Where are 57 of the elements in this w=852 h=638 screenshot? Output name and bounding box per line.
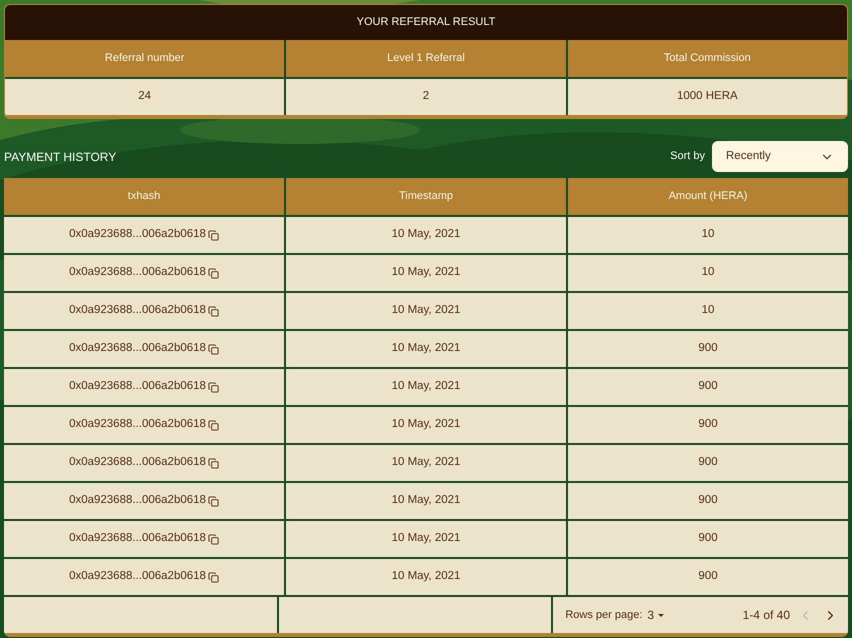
table-cell: 900: [568, 559, 848, 595]
table-cell: 24: [5, 79, 284, 115]
rows-per-page-select[interactable]: 3: [647, 606, 664, 624]
column-header: Total Commission: [568, 40, 847, 77]
sort-label: Sort by: [670, 149, 705, 164]
table-cell-text: 0x0a923688...006a2b0618: [69, 379, 206, 394]
column-header: Timestamp: [286, 178, 566, 215]
table-cell-text: 0x0a923688...006a2b0618: [69, 531, 206, 546]
table-cell: 10 May, 2021: [286, 521, 566, 557]
table-cell: 900: [568, 445, 848, 481]
table-cell: 900: [568, 369, 848, 405]
table-cell: 10 May, 2021: [286, 445, 566, 481]
column-header: txhash: [4, 178, 284, 215]
table-cell-text: 0x0a923688...006a2b0618: [69, 569, 206, 584]
copy-icon[interactable]: [208, 306, 219, 316]
table-cell: 10: [568, 293, 848, 329]
table-cell: 10 May, 2021: [286, 217, 566, 253]
table-cell: 900: [568, 483, 848, 519]
section-title: PAYMENT HISTORY: [4, 148, 116, 166]
copy-icon[interactable]: [208, 268, 219, 278]
table-cell-text: 0x0a923688...006a2b0618: [69, 341, 206, 356]
copy-icon[interactable]: [208, 572, 219, 582]
table-cell-text: 0x0a923688...006a2b0618: [69, 227, 206, 242]
table-cell: 10 May, 2021: [286, 369, 566, 405]
copy-icon[interactable]: [208, 230, 219, 240]
table-cell-text: 0x0a923688...006a2b0618: [69, 493, 206, 508]
column-header: Referral number: [5, 40, 284, 77]
copy-icon[interactable]: [208, 382, 219, 392]
copy-icon[interactable]: [208, 496, 219, 506]
table-cell: 10: [568, 255, 848, 291]
table-cell: 10: [568, 217, 848, 253]
column-header: Level 1 Referral: [286, 40, 566, 77]
table-cell: 900: [568, 521, 848, 557]
table-cell: 900: [568, 407, 848, 443]
table-cell: 10 May, 2021: [286, 293, 566, 329]
table-cell: 1000 HERA: [568, 79, 847, 115]
table-cell: 2: [286, 79, 566, 115]
table-cell: 10 May, 2021: [286, 331, 566, 367]
card-title: YOUR REFERRAL RESULT: [5, 5, 847, 40]
table-cell-text: 0x0a923688...006a2b0618: [69, 303, 206, 318]
table-cell: 900: [568, 331, 848, 367]
copy-icon[interactable]: [208, 534, 219, 544]
table-cell: 10 May, 2021: [286, 255, 566, 291]
copy-icon[interactable]: [208, 458, 219, 468]
copy-icon[interactable]: [208, 420, 219, 430]
table-cell: 10 May, 2021: [286, 407, 566, 443]
column-header: Amount (HERA): [568, 178, 848, 215]
sort-dropdown[interactable]: Recently: [712, 141, 848, 172]
page-range: 1-4 of 40: [742, 607, 790, 624]
rows-per-page-label: Rows per page:: [565, 608, 642, 623]
table-cell-text: 0x0a923688...006a2b0618: [69, 455, 206, 470]
copy-icon[interactable]: [208, 344, 219, 354]
table-cell-text: 0x0a923688...006a2b0618: [69, 265, 206, 280]
table-cell-text: 0x0a923688...006a2b0618: [69, 417, 206, 432]
caret-icon: [658, 614, 664, 616]
table-cell: 10 May, 2021: [286, 559, 566, 595]
table-cell: 10 May, 2021: [286, 483, 566, 519]
